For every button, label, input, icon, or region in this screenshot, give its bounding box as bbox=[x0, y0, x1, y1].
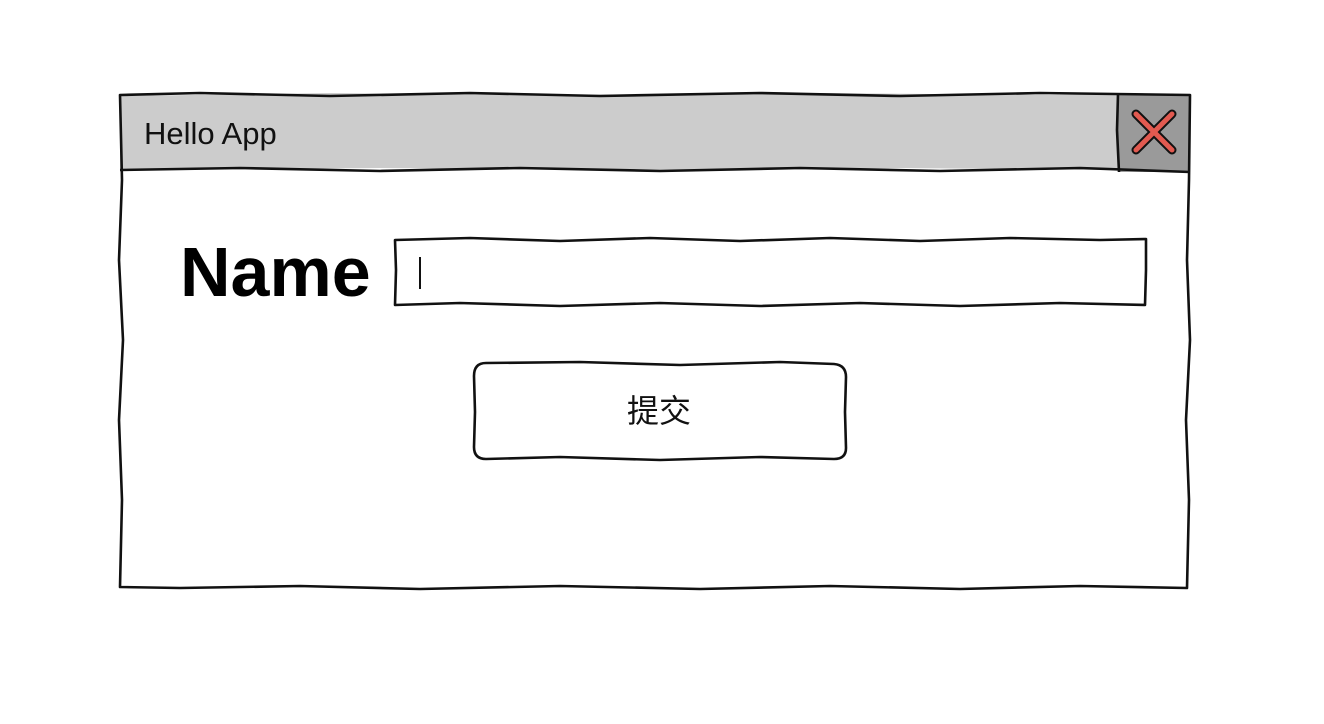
close-icon bbox=[1131, 109, 1177, 155]
text-caret bbox=[419, 257, 421, 289]
title-bar: Hello App bbox=[120, 94, 1118, 170]
name-input[interactable] bbox=[395, 239, 1145, 305]
name-label: Name bbox=[180, 233, 371, 311]
close-button[interactable] bbox=[1118, 94, 1190, 172]
window-title: Hello App bbox=[144, 116, 277, 151]
app-window: Hello App Name 提交 bbox=[120, 94, 1188, 588]
window-body: Name 提交 bbox=[120, 170, 1188, 588]
submit-button[interactable]: 提交 bbox=[474, 362, 844, 456]
